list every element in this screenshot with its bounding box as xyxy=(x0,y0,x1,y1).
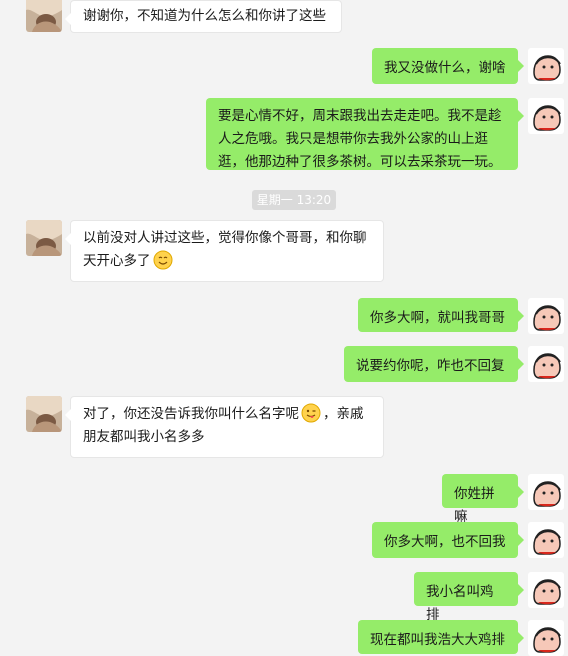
message-bubble: 现在都叫我浩大大鸡排 xyxy=(358,620,524,654)
message-bubble: 你多大啊，也不回我 xyxy=(372,522,524,558)
my-avatar[interactable] xyxy=(528,298,564,334)
message-bubble: 说要约你呢，咋也不回复 xyxy=(344,346,524,382)
contact-avatar[interactable] xyxy=(26,0,62,32)
message-text: 以前没对人讲过这些，觉得你像个哥哥，和你聊天开心多了 xyxy=(83,230,367,269)
timestamp-label: 星期一 13:20 xyxy=(252,190,336,210)
message-bubble: 你多大啊，就叫我哥哥 xyxy=(358,298,524,332)
my-avatar[interactable] xyxy=(528,620,564,656)
contact-avatar[interactable] xyxy=(26,396,62,432)
my-avatar[interactable] xyxy=(528,48,564,84)
my-avatar[interactable] xyxy=(528,572,564,608)
my-avatar[interactable] xyxy=(528,98,564,134)
message-bubble: 对了，你还没告诉我你叫什么名字呢 ，亲戚朋友都叫我小名多多 xyxy=(65,396,384,458)
message-text: 对了，你还没告诉我你叫什么名字呢 xyxy=(83,406,299,422)
wink-tongue-emoji-icon xyxy=(301,403,321,423)
message-bubble: 我小名叫鸡排 xyxy=(414,572,524,623)
my-avatar[interactable] xyxy=(528,474,564,510)
message-bubble: 谢谢你，不知道为什么怎么和你讲了这些 xyxy=(65,0,342,33)
message-bubble: 要是心情不好，周末跟我出去走走吧。我不是趁人之危哦。我只是想带你去我外公家的山上… xyxy=(206,98,524,170)
smile-emoji-icon xyxy=(153,250,172,270)
my-avatar[interactable] xyxy=(528,522,564,558)
message-bubble: 你姓拼嘛 xyxy=(442,474,524,525)
message-bubble: 我又没做什么，谢啥 xyxy=(372,48,524,84)
message-bubble: 以前没对人讲过这些，觉得你像个哥哥，和你聊天开心多了 xyxy=(65,220,384,282)
contact-avatar[interactable] xyxy=(26,220,62,256)
my-avatar[interactable] xyxy=(528,346,564,382)
